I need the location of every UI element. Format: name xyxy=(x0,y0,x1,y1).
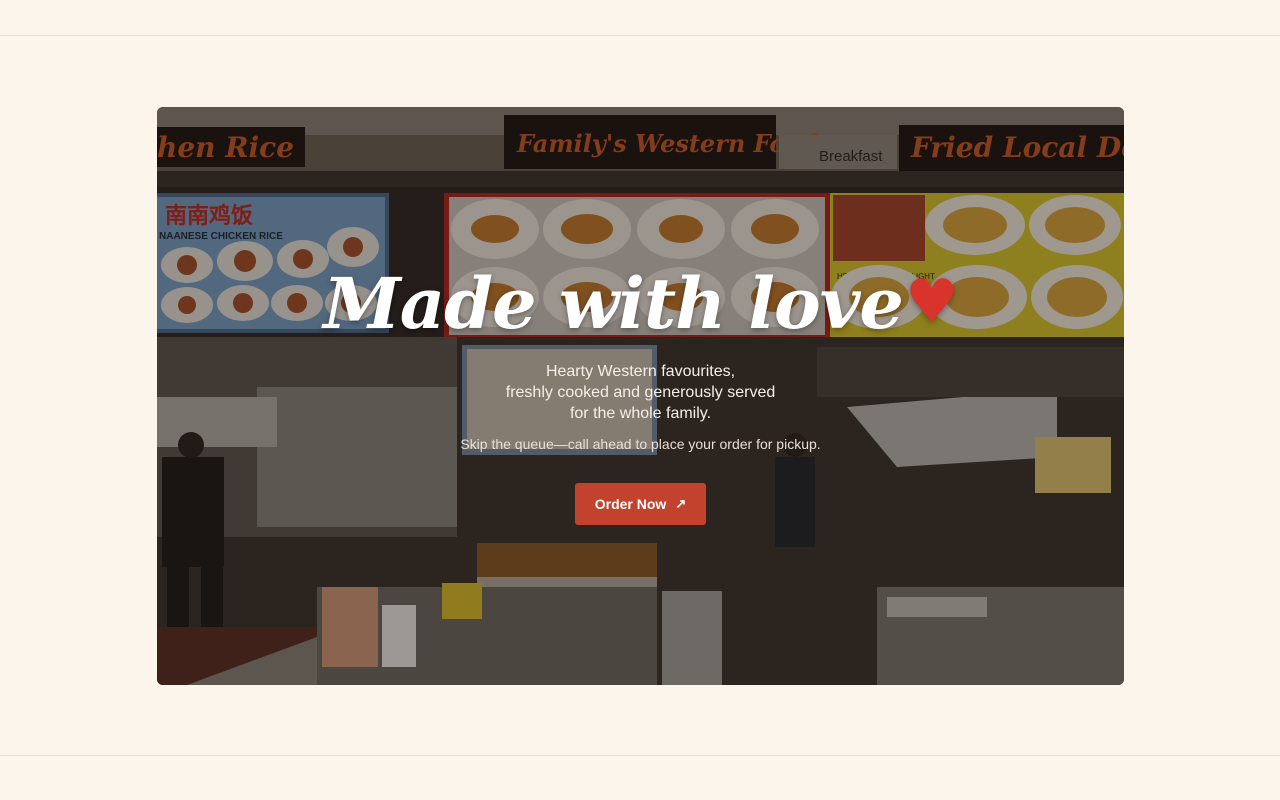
order-now-button[interactable]: Order Now ↗ xyxy=(575,483,706,525)
top-nav-bar xyxy=(0,0,1280,36)
section-divider xyxy=(0,755,1280,756)
order-now-label: Order Now xyxy=(594,496,667,512)
hero-content: Made with love♥ Hearty Western favourite… xyxy=(157,107,1124,685)
heart-icon: ♥ xyxy=(904,267,959,337)
tagline-line-3: for the whole family. xyxy=(569,405,712,422)
hero-tagline: Hearty Western favourites, freshly cooke… xyxy=(157,361,1124,424)
hero-banner: hen Rice Family's Western Food Breakfast… xyxy=(157,107,1124,685)
hero-headline: Made with love♥ xyxy=(157,257,1124,349)
tagline-line-2: freshly cooked and generously served xyxy=(505,384,776,401)
tagline-line-1: Hearty Western favourites, xyxy=(545,363,736,380)
headline-text: Made with love xyxy=(323,262,904,345)
pickup-note: Skip the queue—call ahead to place your … xyxy=(460,436,821,452)
arrow-up-right-icon: ↗ xyxy=(675,496,687,511)
